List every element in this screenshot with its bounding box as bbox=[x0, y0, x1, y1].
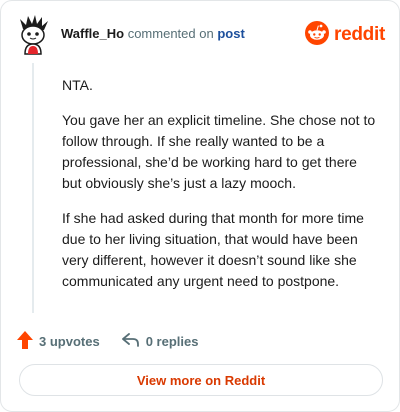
reply-count: 0 replies bbox=[145, 333, 199, 349]
comment-paragraph: If she had asked during that month for m… bbox=[62, 210, 364, 289]
comment-paragraph: NTA. bbox=[62, 77, 93, 93]
reddit-brand[interactable]: reddit bbox=[305, 20, 385, 50]
avatar-icon[interactable] bbox=[15, 15, 51, 55]
comment-paragraph: You gave her an explicit timeline. She c… bbox=[62, 112, 376, 191]
upvote-button[interactable]: 3 upvotes bbox=[17, 330, 100, 352]
reddit-logo-icon bbox=[305, 20, 330, 50]
comment-embed-card: Waffle_Ho commented on post reddit NTA. … bbox=[0, 0, 400, 412]
upvote-count: 3 upvotes bbox=[39, 333, 100, 349]
post-link[interactable]: post bbox=[217, 26, 244, 41]
thread-line bbox=[32, 63, 34, 313]
view-more-button[interactable]: View more on Reddit bbox=[19, 364, 383, 396]
comment-byline: Waffle_Ho commented on post bbox=[61, 26, 245, 41]
comment-header: Waffle_Ho commented on post reddit bbox=[15, 15, 385, 55]
replies-button[interactable]: 0 replies bbox=[121, 332, 199, 351]
reply-arrow-icon bbox=[121, 332, 140, 351]
reddit-wordmark: reddit bbox=[334, 24, 385, 45]
upvote-arrow-icon bbox=[17, 330, 33, 352]
comment-body: NTA. You gave her an explicit timeline. … bbox=[62, 75, 380, 306]
username-link[interactable]: Waffle_Ho bbox=[61, 26, 124, 41]
comment-actions: 3 upvotes 0 replies bbox=[17, 330, 220, 352]
commented-on-text: commented on bbox=[127, 26, 214, 41]
